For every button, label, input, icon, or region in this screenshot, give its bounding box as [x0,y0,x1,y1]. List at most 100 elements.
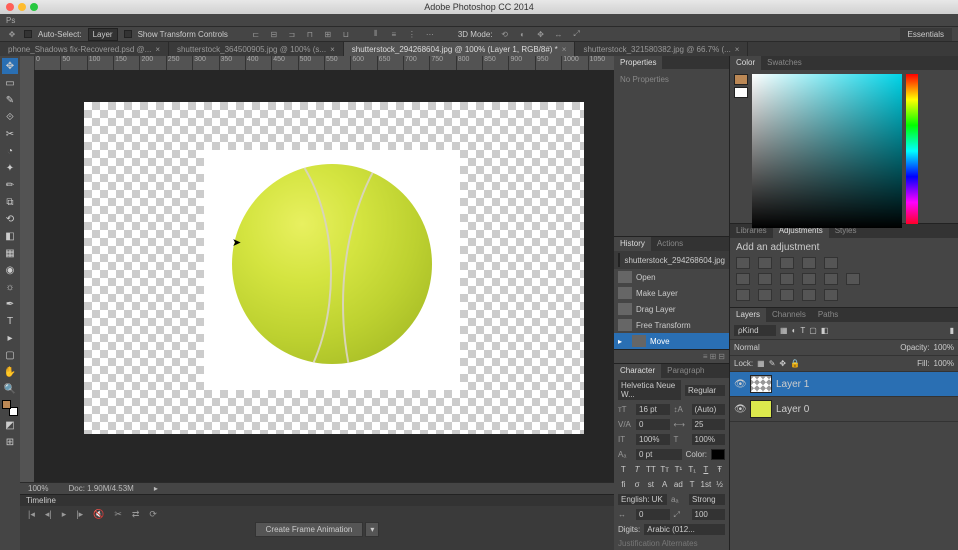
pen-tool[interactable]: ✒ [2,296,18,312]
invert-icon[interactable] [736,289,750,301]
selective-color-icon[interactable] [824,289,838,301]
play-icon[interactable]: ▸ [62,509,67,520]
language-dropdown[interactable]: English: UK [618,494,667,505]
font-size-input[interactable]: 16 pt [636,404,670,415]
close-icon[interactable]: × [155,45,160,54]
bg-swatch[interactable] [734,87,748,98]
layers-tab[interactable]: Layers [730,308,766,322]
distribute-v-icon[interactable]: ≡ [388,28,400,40]
history-tab[interactable]: History [614,237,651,251]
strike-button[interactable]: Ŧ [714,464,725,475]
distribute-h-icon[interactable]: ⫴ [370,28,382,40]
close-window-icon[interactable] [6,3,14,11]
hscale-input[interactable]: 100% [692,434,726,445]
eraser-tool[interactable]: ◧ [2,228,18,244]
roll-3d-icon[interactable]: ◐ [517,28,529,40]
zoom-level[interactable]: 100% [28,484,48,493]
layer-thumb[interactable] [750,375,772,393]
digits-dropdown[interactable]: Arabic (012... [644,524,725,535]
layer-row[interactable]: 👁 Layer 1 [730,372,958,397]
swatches-tab[interactable]: Swatches [761,56,808,70]
close-icon[interactable]: × [735,45,740,54]
visibility-icon[interactable]: 👁 [734,404,746,415]
blur-tool[interactable]: ◉ [2,262,18,278]
layer-name[interactable]: Layer 1 [776,379,809,390]
doc-tab-3[interactable]: shutterstock_321580382.jpg @ 66.7% (...× [575,42,748,56]
path-select-tool[interactable]: ▸ [2,330,18,346]
panel-icon[interactable]: ⊞ [710,352,717,361]
kerning-input[interactable]: 0 [636,419,670,430]
close-icon[interactable]: × [562,45,567,54]
history-document[interactable]: shutterstock_294268604.jpg [614,251,729,269]
font-style-dropdown[interactable]: Regular [685,385,725,396]
create-frame-animation-button[interactable]: Create Frame Animation [255,522,364,537]
superscript-button[interactable]: T¹ [673,464,684,475]
loop-icon[interactable]: ⟳ [149,509,157,520]
blend-mode-dropdown[interactable]: Normal [734,343,896,352]
actions-tab[interactable]: Actions [651,237,689,251]
vibrance-icon[interactable] [824,257,838,269]
levels-icon[interactable] [758,257,772,269]
exposure-icon[interactable] [802,257,816,269]
lock-transparent-icon[interactable]: ▦ [757,359,765,368]
antialias-dropdown[interactable]: Strong [689,494,725,505]
brush-tool[interactable]: ✏ [2,177,18,193]
minimize-window-icon[interactable] [18,3,26,11]
marquee-tool[interactable]: ▭ [2,75,18,91]
leading-input[interactable]: (Auto) [692,404,726,415]
doc-tab-1[interactable]: shutterstock_364500905.jpg @ 100% (s...× [169,42,344,56]
auto-select-dropdown[interactable]: Layer [88,28,118,41]
transition-icon[interactable]: ⇄ [132,509,140,520]
bw-icon[interactable] [780,273,794,285]
character-tab[interactable]: Character [614,364,661,378]
channels-tab[interactable]: Channels [766,308,812,322]
screen-mode-tool[interactable]: ⊞ [2,434,18,450]
opacity-input[interactable]: 100% [934,343,954,352]
align-center-h-icon[interactable]: ⊟ [268,28,280,40]
text-color-swatch[interactable] [711,449,725,460]
allcaps-button[interactable]: TT [646,464,657,475]
panel-icon[interactable]: ⊟ [718,352,725,361]
split-icon[interactable]: ✂ [114,509,122,520]
tracking-input[interactable]: 25 [692,419,726,430]
baseline-input[interactable]: 0 pt [636,449,682,460]
lasso-tool[interactable]: ✎ [2,92,18,108]
smallcaps-button[interactable]: Tᴛ [659,464,670,475]
zoom-tool[interactable]: 🔍 [2,381,18,397]
next-frame-icon[interactable]: |▸ [76,509,83,520]
hue-sat-icon[interactable] [736,273,750,285]
curves-icon[interactable] [780,257,794,269]
layer-thumb[interactable] [750,400,772,418]
color-balance-icon[interactable] [758,273,772,285]
doc-size[interactable]: Doc: 1.90M/4.53M [68,484,133,493]
chevron-right-icon[interactable]: ▸ [154,484,158,493]
history-step[interactable]: Make Layer [614,285,729,301]
distribute-3-icon[interactable]: ⋮ [406,28,418,40]
hand-tool[interactable]: ✋ [2,364,18,380]
scale-3d-icon[interactable]: ⤢ [571,28,583,40]
italic-button[interactable]: T [632,464,643,475]
lock-pixels-icon[interactable]: ✎ [769,359,776,368]
crop-tool[interactable]: ✂ [2,126,18,142]
history-step[interactable]: Open [614,269,729,285]
color-field[interactable] [752,74,902,228]
filter-type-icon[interactable]: T [800,326,805,335]
timeline-dropdown-icon[interactable]: ▾ [365,522,379,537]
move-tool[interactable]: ✥ [2,58,18,74]
lookup-icon[interactable] [846,273,860,285]
quick-mask-tool[interactable]: ◩ [2,417,18,433]
align-right-icon[interactable]: ⊐ [286,28,298,40]
threshold-icon[interactable] [780,289,794,301]
show-transform-checkbox[interactable] [124,30,132,38]
doc-tab-2[interactable]: shutterstock_294268604.jpg @ 100% (Layer… [344,42,576,56]
align-middle-icon[interactable]: ⊞ [322,28,334,40]
bold-button[interactable]: T [618,464,629,475]
goto-first-icon[interactable]: |◂ [28,509,35,520]
close-icon[interactable]: × [330,45,335,54]
doc-tab-0[interactable]: phone_Shadows fix-Recovered.psd @...× [0,42,169,56]
color-tab[interactable]: Color [730,56,761,70]
fg-bg-colors[interactable] [2,400,18,416]
zoom-window-icon[interactable] [30,3,38,11]
auto-select-checkbox[interactable] [24,30,32,38]
align-bottom-icon[interactable]: ⊔ [340,28,352,40]
